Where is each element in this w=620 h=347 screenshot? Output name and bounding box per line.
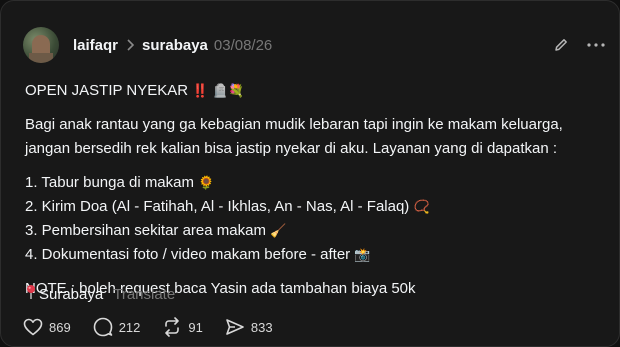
location-row: Surabaya Translate xyxy=(25,284,175,304)
send-icon xyxy=(226,319,244,335)
action-bar: 869 212 91 833 xyxy=(23,317,295,337)
broom-icon: 🧹 xyxy=(270,223,287,238)
community-name[interactable]: surabaya xyxy=(142,37,208,54)
post-content: OPEN JASTIP NYEKAR ‼️ 🪦💐 Bagi anak ranta… xyxy=(25,79,599,301)
header-actions xyxy=(553,37,605,53)
pencil-icon[interactable] xyxy=(553,37,569,53)
sunflower-icon: 🌻 xyxy=(198,175,215,190)
share-count: 833 xyxy=(250,319,273,335)
username[interactable]: laifaqr xyxy=(73,37,118,54)
reply-count: 212 xyxy=(118,319,141,335)
like-count: 869 xyxy=(49,319,71,335)
list-item: 4. Dokumentasi foto / video makam before… xyxy=(25,246,371,263)
list-item: 2. Kirim Doa (Al - Fatihah, Al - Ikhlas,… xyxy=(25,198,430,215)
pin-icon xyxy=(25,284,37,304)
post-paragraph: Bagi anak rantau yang ga kebagian mudik … xyxy=(25,116,563,157)
translate-link[interactable]: Translate xyxy=(113,286,175,303)
post-date: 03/08/26 xyxy=(213,36,273,54)
post-title-line: OPEN JASTIP NYEKAR ‼️ 🪦💐 xyxy=(25,79,599,103)
list-item: 3. Pembersihan sekitar area makam 🧹 xyxy=(25,222,287,239)
location-name[interactable]: Surabaya xyxy=(39,286,103,303)
heart-icon xyxy=(23,318,43,336)
post-title: OPEN JASTIP NYEKAR xyxy=(25,82,189,99)
avatar[interactable] xyxy=(23,27,59,63)
post-header: laifaqr surabaya 03/08/26 xyxy=(23,27,605,63)
camera-icon: 📸 xyxy=(354,247,371,262)
list-item: 1. Tabur bunga di makam 🌻 xyxy=(25,174,215,191)
avatar-image xyxy=(32,35,50,55)
repost-button[interactable]: 91 xyxy=(162,317,203,337)
like-button[interactable]: 869 xyxy=(23,318,71,336)
repost-count: 91 xyxy=(188,319,203,335)
post-card: laifaqr surabaya 03/08/26 OPEN JASTIP NY… xyxy=(0,0,620,347)
reply-button[interactable]: 212 xyxy=(93,317,141,337)
repost-icon xyxy=(165,317,180,337)
comment-icon xyxy=(93,317,113,337)
title-emoji: ‼️ 🪦💐 xyxy=(192,83,245,98)
share-button[interactable]: 833 xyxy=(225,318,273,336)
more-dots-icon[interactable] xyxy=(587,43,605,47)
prayer-beads-icon: 📿 xyxy=(413,199,430,214)
chevron-right-icon xyxy=(126,39,135,51)
